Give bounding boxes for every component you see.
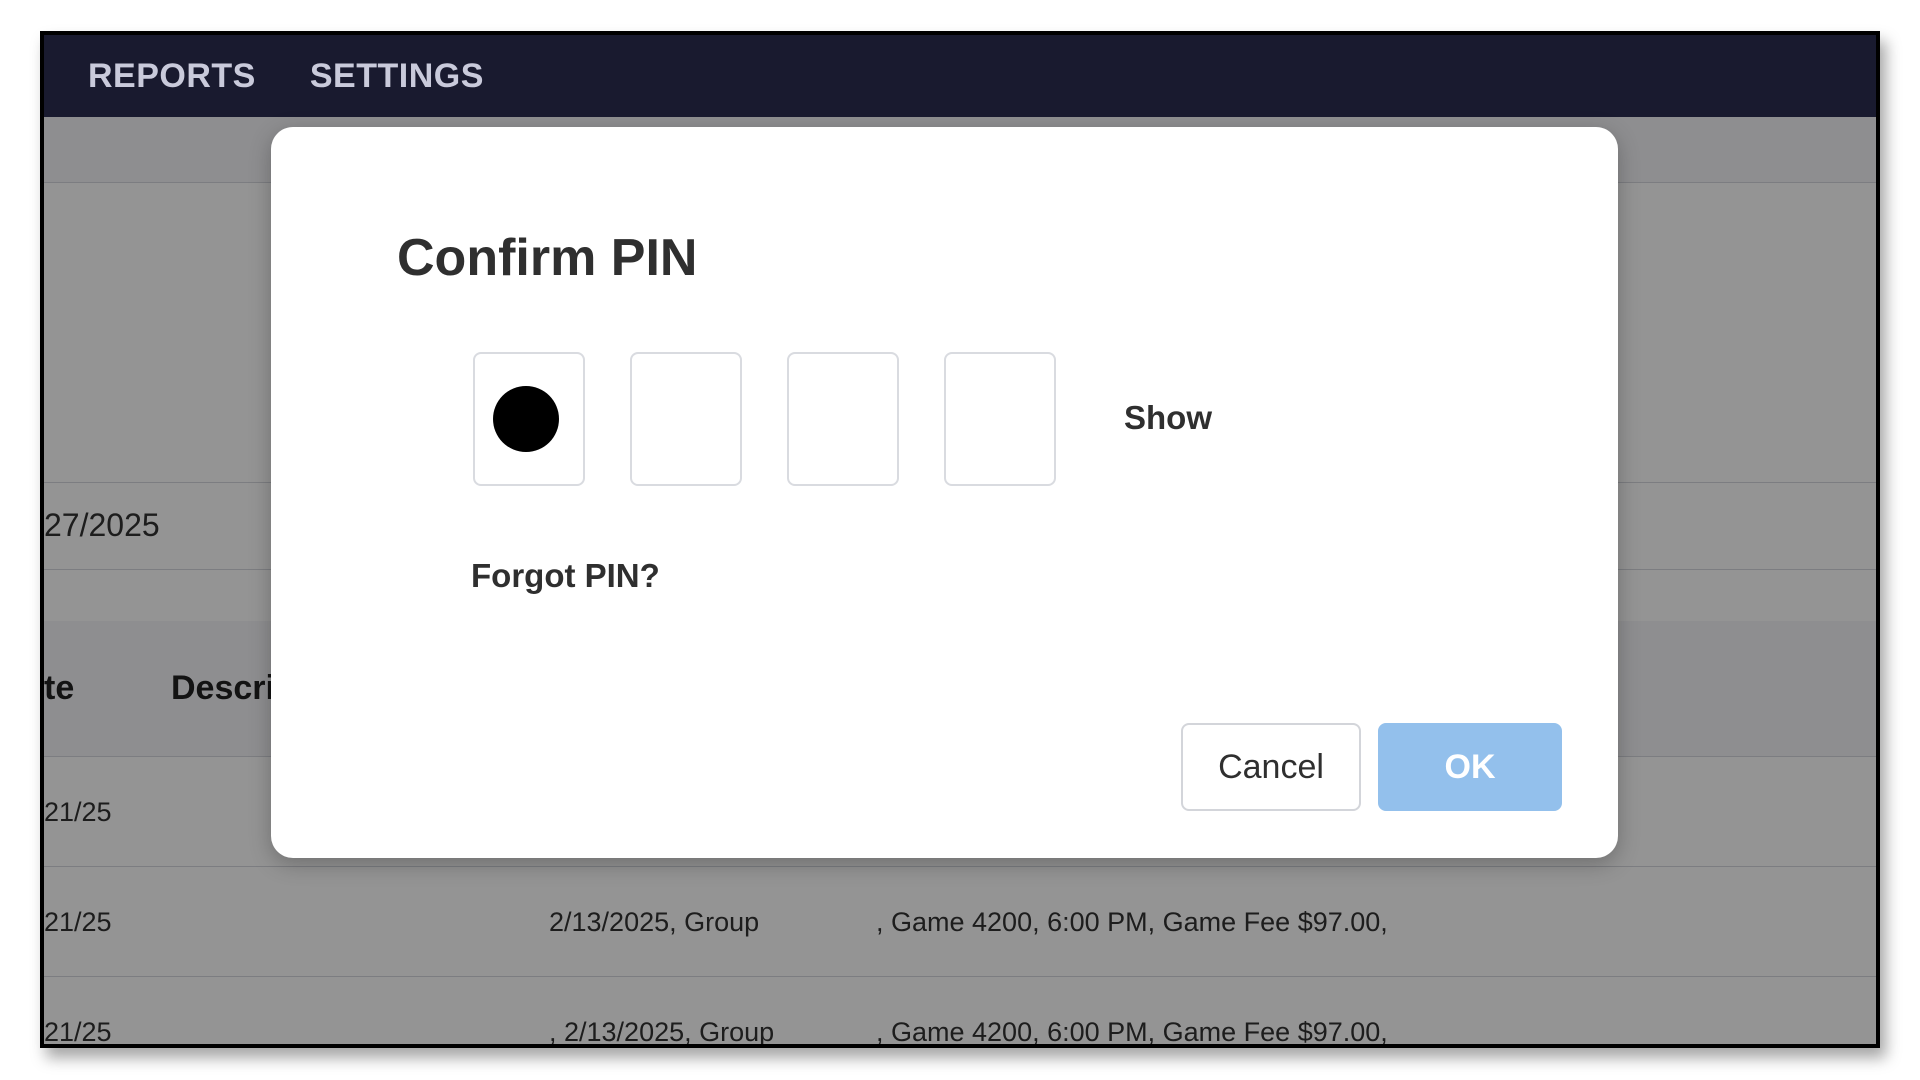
ok-button[interactable]: OK xyxy=(1378,723,1562,811)
nav-item-reports[interactable]: REPORTS xyxy=(88,57,256,96)
pin-digit-3[interactable] xyxy=(787,352,899,486)
forgot-pin-link[interactable]: Forgot PIN? xyxy=(471,557,660,595)
cancel-button[interactable]: Cancel xyxy=(1181,723,1361,811)
pin-filled-dot-icon xyxy=(493,386,559,452)
app-window: REPORTS SETTINGS 27/2025 te Descri 21/25… xyxy=(40,31,1880,1048)
pin-digit-4[interactable] xyxy=(944,352,1056,486)
dialog-title: Confirm PIN xyxy=(397,229,698,287)
nav-item-settings[interactable]: SETTINGS xyxy=(310,57,484,96)
top-nav: REPORTS SETTINGS xyxy=(44,35,1876,117)
show-pin-toggle[interactable]: Show xyxy=(1124,399,1212,437)
confirm-pin-dialog: Confirm PIN Show Forgot PIN? Cancel OK xyxy=(271,127,1618,858)
pin-digit-1[interactable] xyxy=(473,352,585,486)
pin-digit-2[interactable] xyxy=(630,352,742,486)
